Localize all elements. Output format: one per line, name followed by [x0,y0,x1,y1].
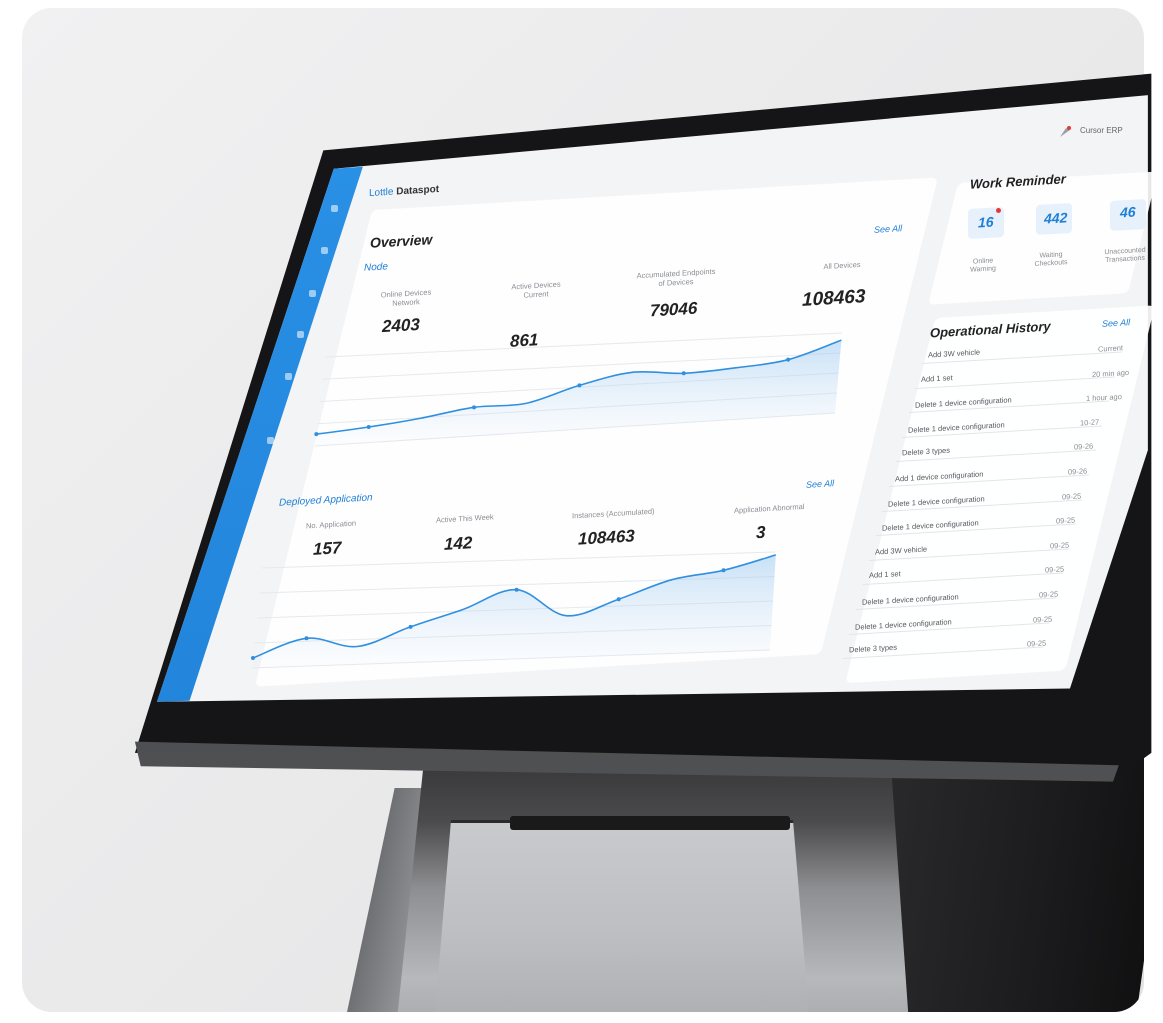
data-point[interactable] [408,624,413,629]
reminder-label: Waiting Checkouts [1034,251,1068,269]
alert-badge [996,208,1001,213]
reminder-label: Online Warning [970,257,996,275]
data-point[interactable] [514,587,519,592]
data-point[interactable] [721,568,726,573]
data-point[interactable] [616,597,621,602]
reminder-value: 16 [978,213,994,231]
history-see-all-link[interactable]: See All [1102,317,1130,329]
reminder-value: 442 [1044,209,1068,227]
data-point[interactable] [304,636,309,641]
history-item-text: Add 1 set [921,372,954,384]
reminder-label: Unaccounted Transactions [1104,246,1146,265]
deployed-chart-area [252,554,776,668]
data-point[interactable] [251,656,255,660]
deployed-chart [251,551,777,669]
reminder-value: 46 [1120,203,1136,221]
grid-line [261,551,777,569]
